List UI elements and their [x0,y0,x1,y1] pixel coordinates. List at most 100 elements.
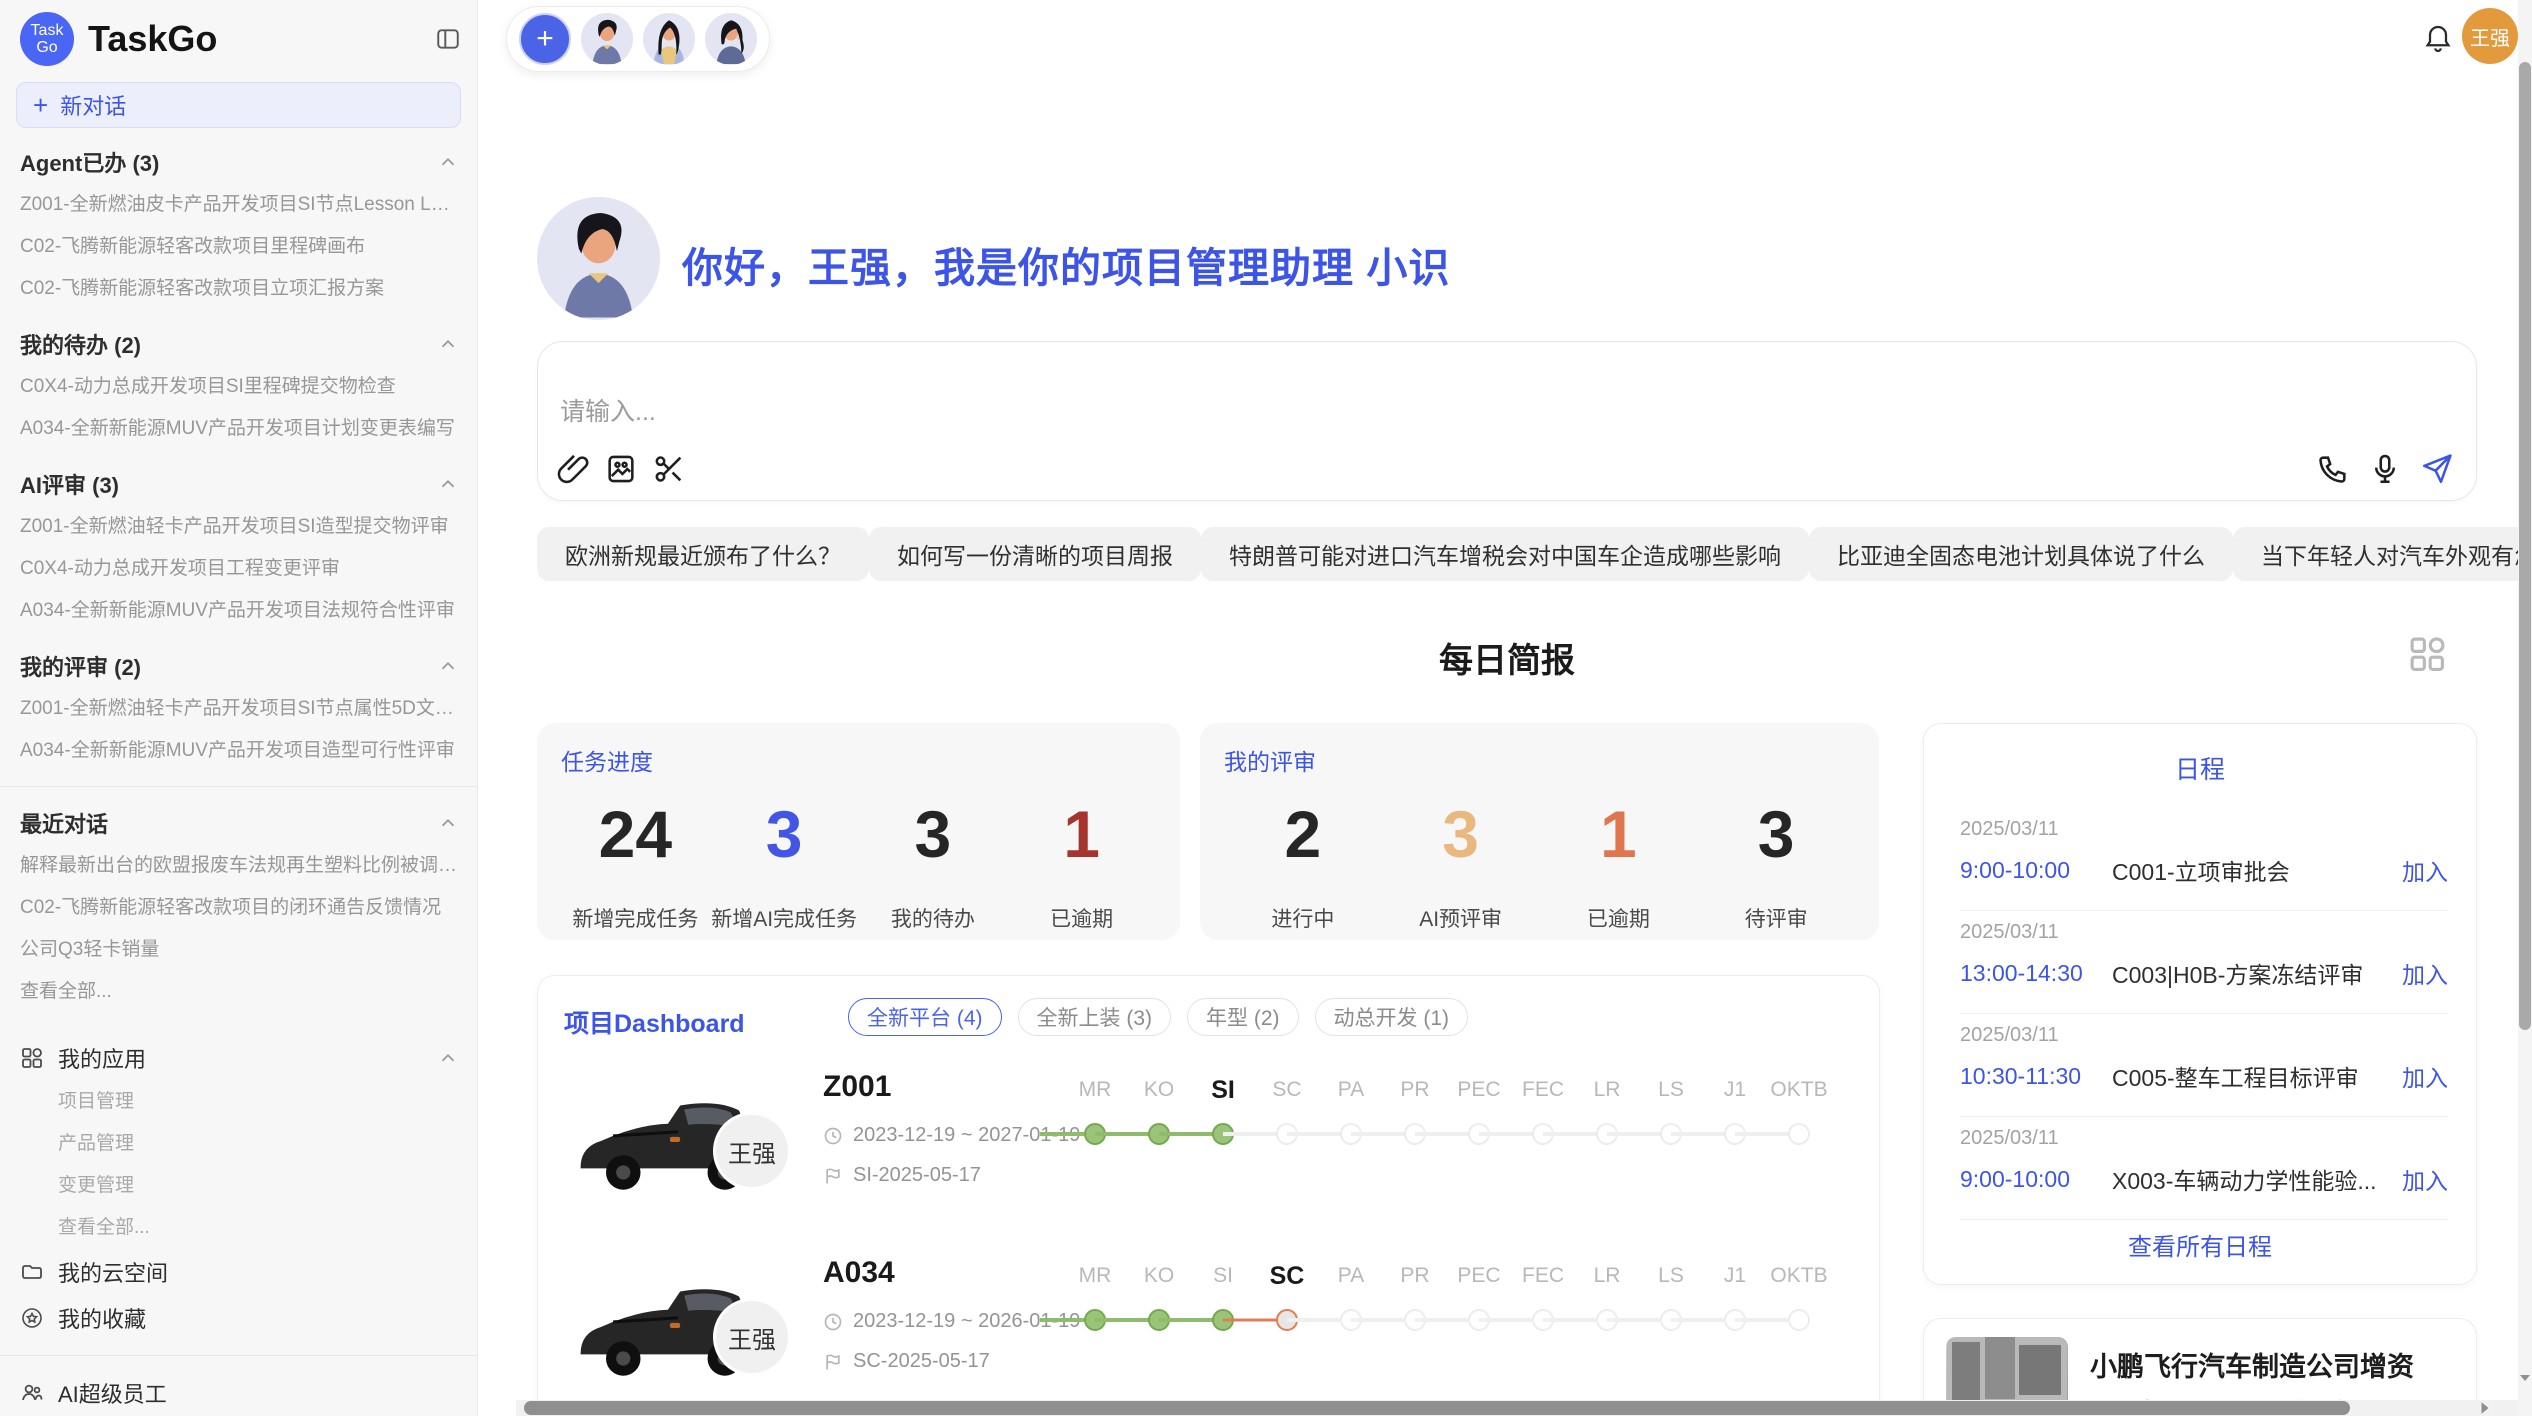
sidebar-item[interactable]: Z001-全新燃油皮卡产品开发项目SI节点Lesson Learn报告 [0,184,477,226]
stat-my-todo: 3 我的待办 [859,799,1008,933]
horizontal-scrollbar-thumb[interactable] [524,1401,2350,1415]
contact-avatar[interactable] [705,13,757,65]
section-header-ai-review[interactable]: AI评审 (3) [0,462,477,506]
schedule-name: C003|H0B-方案冻结评审 [2112,956,2402,990]
filter-chip-powertrain[interactable]: 动总开发 (1) [1315,998,1469,1036]
my-apps-header[interactable]: 我的应用 [0,1035,477,1081]
sidebar-item[interactable]: A034-全新新能源MUV产品开发项目法规符合性评审 [0,590,477,632]
section-header-my-review[interactable]: 我的评审 (2) [0,644,477,688]
my-review-card: 我的评审 2 进行中 3 AI预评审 1 已逾期 3 待评审 [1200,723,1879,940]
contact-avatar[interactable] [581,13,633,65]
milestone: PR [1383,1072,1447,1150]
milestone: MR [1063,1072,1127,1150]
join-button[interactable]: 加入 [2402,1059,2448,1093]
stat-new-ai-done: 3 新增AI完成任务 [710,799,859,933]
horizontal-scrollbar[interactable] [516,1400,2518,1416]
favorites-star-icon [20,1306,44,1330]
notifications-bell-icon[interactable] [2422,21,2454,53]
view-all-schedule[interactable]: 查看所有日程 [1924,1227,2476,1262]
sidebar-item[interactable]: C02-飞腾新能源轻客改款项目里程碑画布 [0,226,477,268]
app-logo: Task Go [20,12,74,66]
chevron-up-icon [437,473,459,495]
join-button[interactable]: 加入 [2402,956,2448,990]
news-title: 小鹏飞行汽车制造公司增资 [2090,1345,2414,1384]
stat-value: 1 [1007,799,1156,869]
suggestion-chip[interactable]: 欧洲新规最近颁布了什么？ [537,527,869,581]
recent-chat-item[interactable]: 公司Q3轻卡销量 [0,929,477,971]
chat-input-box[interactable] [537,341,2477,501]
filter-chip-platform[interactable]: 全新平台 (4) [848,998,1002,1036]
attach-file-icon[interactable] [556,452,590,486]
sidebar-item[interactable]: Z001-全新燃油轻卡产品开发项目SI节点属性5D文件评审 [0,688,477,730]
milestone: PEC [1447,1072,1511,1150]
schedule-name: C001-立项审批会 [2112,853,2402,887]
chat-input[interactable] [560,398,1960,427]
contact-avatar[interactable] [643,13,695,65]
layout-grid-icon[interactable] [2406,633,2448,675]
send-icon[interactable] [2420,452,2454,486]
clock-icon [823,1126,843,1146]
sidebar-item[interactable]: A034-全新新能源MUV产品开发项目造型可行性评审 [0,730,477,772]
vertical-scrollbar-thumb[interactable] [2519,62,2531,1030]
recent-chat-item[interactable]: 解释最新出台的欧盟报废车法规再生塑料比例被调至15%... [0,845,477,887]
stat-value: 3 [1382,799,1540,869]
suggestion-chip[interactable]: 比亚迪全固态电池计划具体说了什么 [1809,527,2233,581]
sidebar-item[interactable]: C0X4-动力总成开发项目SI里程碑提交物检查 [0,366,477,408]
filter-chip-model-year[interactable]: 年型 (2) [1187,998,1299,1036]
suggestion-chip[interactable]: 特朗普可能对进口汽车增税会对中国车企造成哪些影响 [1201,527,1809,581]
stat-label: 已逾期 [1540,903,1698,933]
sidebar-item[interactable]: Z001-全新燃油轻卡产品开发项目SI造型提交物评审 [0,506,477,548]
suggestion-chip[interactable]: 当下年轻人对汽车外观有怎样的喜好趋势 [2233,527,2532,581]
section-header-recent[interactable]: 最近对话 [0,801,477,845]
suggestion-chips: 欧洲新规最近颁布了什么？ 如何写一份清晰的项目周报 特朗普可能对进口汽车增税会对… [537,527,2477,581]
cloud-space-item[interactable]: 我的云空间 [0,1249,477,1295]
image-icon[interactable] [604,452,638,486]
milestone-timeline: MR KO SI SC PA PR PEC FEC LR LS J1 OKTB [1063,1258,1831,1336]
add-contact-button[interactable]: + [519,13,571,65]
favorites-item[interactable]: 我的收藏 [0,1295,477,1341]
project-dashboard-card: 项目Dashboard 全新平台 (4) 全新上装 (3) 年型 (2) 动总开… [537,975,1880,1416]
phone-call-icon[interactable] [2316,452,2350,486]
milestone: LS [1639,1258,1703,1336]
chevron-up-icon [437,812,459,834]
chevron-up-icon [437,333,459,355]
milestone: LS [1639,1072,1703,1150]
section-header-my-todo[interactable]: 我的待办 (2) [0,322,477,366]
section-my-review: 我的评审 (2) Z001-全新燃油轻卡产品开发项目SI节点属性5D文件评审 A… [0,644,477,772]
section-ai-review: AI评审 (3) Z001-全新燃油轻卡产品开发项目SI造型提交物评审 C0X4… [0,462,477,632]
sidebar-item[interactable]: C0X4-动力总成开发项目工程变更评审 [0,548,477,590]
suggestion-chip[interactable]: 如何写一份清晰的项目周报 [869,527,1201,581]
app-item-change[interactable]: 变更管理 [0,1165,477,1207]
sidebar-item[interactable]: A034-全新新能源MUV产品开发项目计划变更表编写 [0,408,477,450]
sidebar-item[interactable]: C02-飞腾新能源轻客改款项目立项汇报方案 [0,268,477,310]
join-button[interactable]: 加入 [2402,853,2448,887]
sidebar-header: Task Go TaskGo [0,0,477,66]
scroll-down-arrow-icon[interactable] [2519,1372,2531,1386]
filter-chip-body[interactable]: 全新上装 (3) [1018,998,1172,1036]
recent-chat-item[interactable]: C02-飞腾新能源轻客改款项目的闭环通告反馈情况 [0,887,477,929]
microphone-icon[interactable] [2368,452,2402,486]
app-item-product[interactable]: 产品管理 [0,1123,477,1165]
section-header-agent-done[interactable]: Agent已办 (3) [0,140,477,184]
milestone: FEC [1511,1258,1575,1336]
scroll-right-arrow-icon[interactable] [2478,1401,2492,1415]
project-flag-milestone: SC-2025-05-17 [853,1350,990,1373]
project-row[interactable]: 王强 Z001 2023-12-19 ~ 2027-01-19 SI-2025-… [538,1062,1879,1248]
new-chat-button[interactable]: + 新对话 [16,82,461,128]
join-button[interactable]: 加入 [2402,1162,2448,1196]
stat-label: 我的待办 [859,903,1008,933]
schedule-time: 13:00-14:30 [1960,960,2112,987]
project-code: A034 [823,1256,895,1290]
ai-super-staff-item[interactable]: AI超级员工 [0,1370,477,1416]
app-item-project[interactable]: 项目管理 [0,1081,477,1123]
user-avatar[interactable]: 王强 [2462,8,2518,64]
chevron-up-icon [437,1047,459,1069]
vertical-scrollbar[interactable] [2518,0,2532,1416]
scissors-icon[interactable] [652,452,686,486]
collapse-sidebar-icon[interactable] [435,26,461,52]
project-row[interactable]: 王强 A034 2023-12-19 ~ 2026-01-19 SC-2025-… [538,1248,1879,1416]
view-all-chats[interactable]: 查看全部... [0,971,477,1013]
view-all-apps[interactable]: 查看全部... [0,1207,477,1249]
project-flag-milestone: SI-2025-05-17 [853,1164,981,1187]
schedule-item: 2025/03/11 9:00-10:00 C001-立项审批会 加入 [1960,808,2448,911]
